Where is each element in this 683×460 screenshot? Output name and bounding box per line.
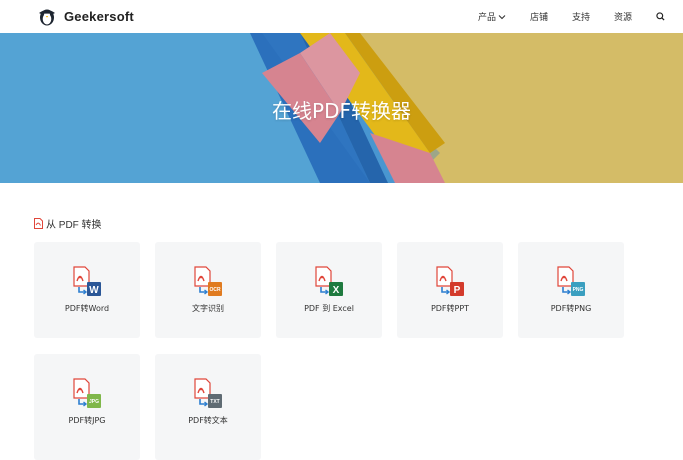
svg-text:W: W xyxy=(89,285,99,296)
nav-item-label: 资源 xyxy=(613,12,632,22)
nav-item-label: 店铺 xyxy=(529,12,548,22)
pdf-file-icon xyxy=(34,218,43,229)
nav-item-products[interactable]: 产品 xyxy=(466,10,518,23)
brand-name: Geekersoft xyxy=(64,9,134,24)
brand-logo-link[interactable]: Geekersoft xyxy=(37,7,134,27)
tool-card-pdf-to-png[interactable]: PNG PDF转PNG xyxy=(518,242,624,338)
nav-item-store[interactable]: 店铺 xyxy=(518,10,560,23)
top-navbar: Geekersoft 产品 店铺 支持 资源 xyxy=(0,0,683,33)
tool-card-label: PDF 到 Excel xyxy=(304,304,354,313)
pdf-convert-icon: X xyxy=(315,266,343,296)
pdf-convert-icon: P xyxy=(436,266,464,296)
tool-card-pdf-to-text[interactable]: TXT PDF转文本 xyxy=(155,354,261,460)
pdf-convert-icon: W xyxy=(73,266,101,296)
nav-item-support[interactable]: 支持 xyxy=(560,10,602,23)
nav-item-resources[interactable]: 资源 xyxy=(602,10,644,23)
penguin-logo-icon xyxy=(39,9,55,25)
pdf-convert-icon: OCR xyxy=(194,266,222,296)
hero-title: 在线PDF转换器 xyxy=(272,99,411,123)
svg-text:P: P xyxy=(454,285,461,296)
chevron-down-icon xyxy=(498,14,506,19)
tool-card-pdf-to-ppt[interactable]: P PDF转PPT xyxy=(397,242,503,338)
svg-text:JPG: JPG xyxy=(89,399,99,405)
search-icon xyxy=(656,12,665,21)
section-heading: 从 PDF 转换 xyxy=(34,216,102,231)
section-title: 从 PDF 转换 xyxy=(46,220,102,231)
pdf-convert-icon: TXT xyxy=(194,378,222,408)
pdf-convert-icon: PNG xyxy=(557,266,585,296)
pdf-convert-icon: JPG xyxy=(73,378,101,408)
tool-card-label: PDF转JPG xyxy=(68,416,106,425)
tool-card-label: 文字识别 xyxy=(192,304,224,313)
svg-text:X: X xyxy=(333,285,340,296)
svg-text:PNG: PNG xyxy=(573,287,584,293)
tool-card-pdf-to-excel[interactable]: X PDF 到 Excel xyxy=(276,242,382,338)
nav-item-label: 支持 xyxy=(571,12,590,22)
tool-card-label: PDF转文本 xyxy=(188,416,228,425)
tool-card-label: PDF转PPT xyxy=(430,304,470,313)
nav-item-label: 产品 xyxy=(477,12,496,22)
main-nav: 产品 店铺 支持 资源 xyxy=(466,10,665,23)
tool-card-pdf-to-jpg[interactable]: JPG PDF转JPG xyxy=(34,354,140,460)
svg-text:OCR: OCR xyxy=(209,287,221,293)
search-button[interactable] xyxy=(644,12,665,21)
tool-card-ocr[interactable]: OCR 文字识别 xyxy=(155,242,261,338)
tool-card-label: PDF转PNG xyxy=(550,304,592,313)
hero-banner: 在线PDF转换器 xyxy=(0,33,683,183)
tool-card-label: PDF转Word xyxy=(64,304,110,313)
svg-text:TXT: TXT xyxy=(210,399,219,405)
tool-card-pdf-to-word[interactable]: W PDF转Word xyxy=(34,242,140,338)
